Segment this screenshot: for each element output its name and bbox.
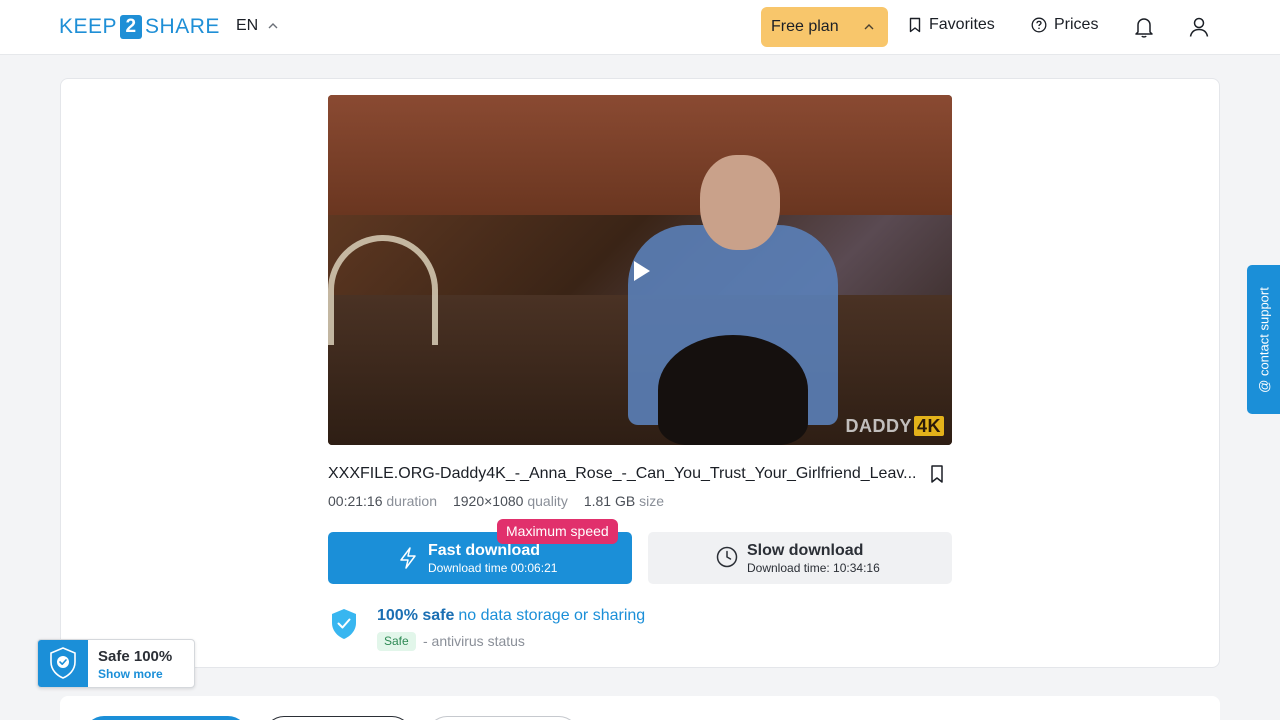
safe-badge-title: Safe 100% (98, 648, 173, 665)
slow-download-time: Download time: 10:34:16 (747, 561, 880, 575)
contact-support-label: @ contact support (1256, 286, 1271, 393)
fast-download-time: Download time 00:06:21 (428, 561, 558, 575)
safe-100-badge[interactable]: Safe 100% Show more (37, 639, 195, 688)
file-name: XXXFILE.ORG-Daddy4K_-_Anna_Rose_-_Can_Yo… (328, 465, 917, 482)
lower-panel (60, 696, 1220, 720)
tab-secondary[interactable] (264, 716, 412, 720)
size-info: 1.81 GB size (584, 493, 664, 509)
tab-tertiary[interactable] (427, 716, 579, 720)
tab-primary[interactable] (84, 716, 248, 720)
quality-label: quality (527, 493, 568, 509)
safe-status-badge: Safe (377, 632, 416, 651)
bookmark-icon[interactable] (926, 463, 948, 485)
bookmark-icon (909, 17, 921, 33)
language-selector[interactable]: EN (236, 17, 278, 35)
chevron-up-icon (864, 24, 874, 30)
safety-note: no data storage or sharing (458, 607, 646, 624)
antivirus-status-label: - antivirus status (423, 633, 525, 649)
safety-statement: 100% safe no data storage or sharing (377, 607, 645, 625)
quality-info: 1920×1080 quality (453, 493, 568, 509)
free-plan-button[interactable]: Free plan (761, 7, 888, 47)
duration-value: 00:21:16 (328, 493, 383, 509)
prices-label: Prices (1054, 16, 1099, 33)
favorites-link[interactable]: Favorites (908, 16, 995, 34)
fast-download-title: Fast download (428, 542, 540, 559)
size-label: size (639, 493, 664, 509)
language-label: EN (236, 17, 259, 34)
slow-download-button[interactable]: Slow download Download time: 10:34:16 (648, 532, 952, 584)
prices-link[interactable]: Prices (1031, 16, 1098, 34)
video-frame-hair (658, 335, 808, 445)
contact-support-tab[interactable]: @ contact support (1247, 265, 1280, 414)
video-frame-chair (328, 235, 438, 345)
keep2share-logo[interactable]: KEEP 2 SHARE (59, 14, 220, 40)
maximum-speed-badge: Maximum speed (497, 519, 618, 544)
show-more-link[interactable]: Show more (98, 667, 163, 681)
video-frame-background (328, 95, 952, 215)
user-icon[interactable] (1188, 15, 1210, 39)
file-metadata: 00:21:16 duration 1920×1080 quality 1.81… (328, 493, 664, 509)
size-value: 1.81 GB (583, 493, 636, 509)
shield-check-icon (50, 647, 76, 679)
clock-icon (716, 546, 738, 568)
bell-icon[interactable] (1133, 15, 1155, 39)
shield-check-icon (332, 609, 356, 639)
quality-value: 1920×1080 (452, 493, 524, 509)
watermark-text: DADDY (845, 416, 912, 436)
logo-text-left: KEEP (59, 15, 118, 38)
lightning-icon (400, 547, 416, 569)
safety-bold: 100% safe (377, 607, 455, 624)
play-icon[interactable] (634, 261, 650, 281)
safe-badge-icon-box (38, 640, 88, 687)
top-header: KEEP 2 SHARE EN Free plan Favorites Pric… (0, 0, 1280, 55)
video-frame-head (700, 155, 780, 250)
help-circle-icon (1031, 17, 1047, 33)
free-plan-label: Free plan (771, 18, 839, 35)
slow-download-title: Slow download (747, 542, 864, 559)
logo-number: 2 (120, 15, 143, 39)
watermark-badge: 4K (913, 416, 944, 436)
video-preview[interactable]: DADDY 4K (328, 95, 952, 445)
logo-text-right: SHARE (145, 15, 220, 38)
chevron-up-icon (268, 23, 278, 29)
favorites-label: Favorites (929, 16, 995, 33)
duration-label: duration (386, 493, 437, 509)
duration-info: 00:21:16 duration (328, 493, 437, 509)
video-watermark: DADDY 4K (845, 416, 944, 437)
